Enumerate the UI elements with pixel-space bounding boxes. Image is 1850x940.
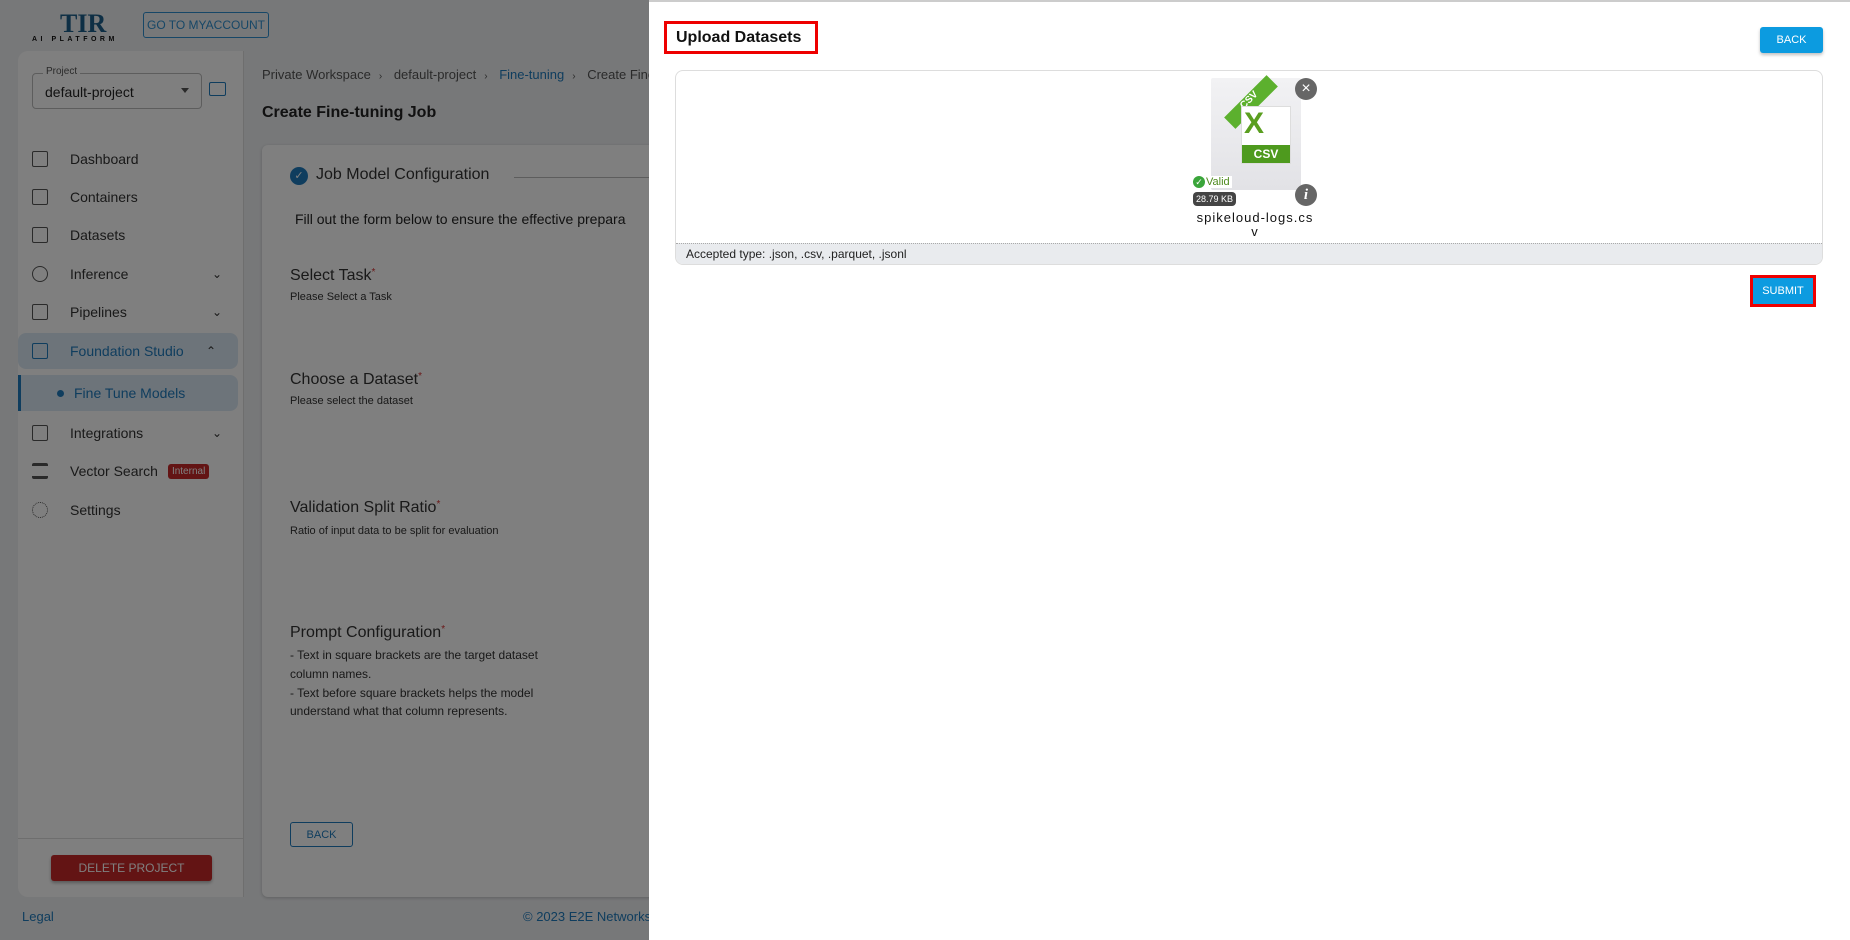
file-name: spikeloud-logs.csv — [1196, 210, 1314, 239]
file-size: 28.79 KB — [1193, 192, 1237, 206]
info-icon[interactable]: i — [1295, 184, 1317, 206]
check-circle-icon: ✓ — [1193, 176, 1205, 188]
drawer-title: Upload Datasets — [664, 21, 818, 54]
submit-highlight: SUBMIT — [1750, 275, 1816, 307]
valid-status: ✓ Valid — [1193, 176, 1232, 188]
uploaded-file: CSV X CSV × i ✓ Valid 28.79 KB spikeloud-l… — [1193, 75, 1317, 239]
upload-dropzone[interactable]: CSV X CSV × i ✓ Valid 28.79 KB spikeloud-l… — [675, 70, 1823, 265]
accepted-types: Accepted type: .json, .csv, .parquet, .j… — [676, 243, 1822, 264]
drawer-back-button[interactable]: BACK — [1760, 27, 1823, 53]
submit-button[interactable]: SUBMIT — [1753, 278, 1813, 304]
remove-file-icon[interactable]: × — [1295, 78, 1317, 100]
csv-file-icon: CSV X CSV — [1211, 75, 1301, 190]
